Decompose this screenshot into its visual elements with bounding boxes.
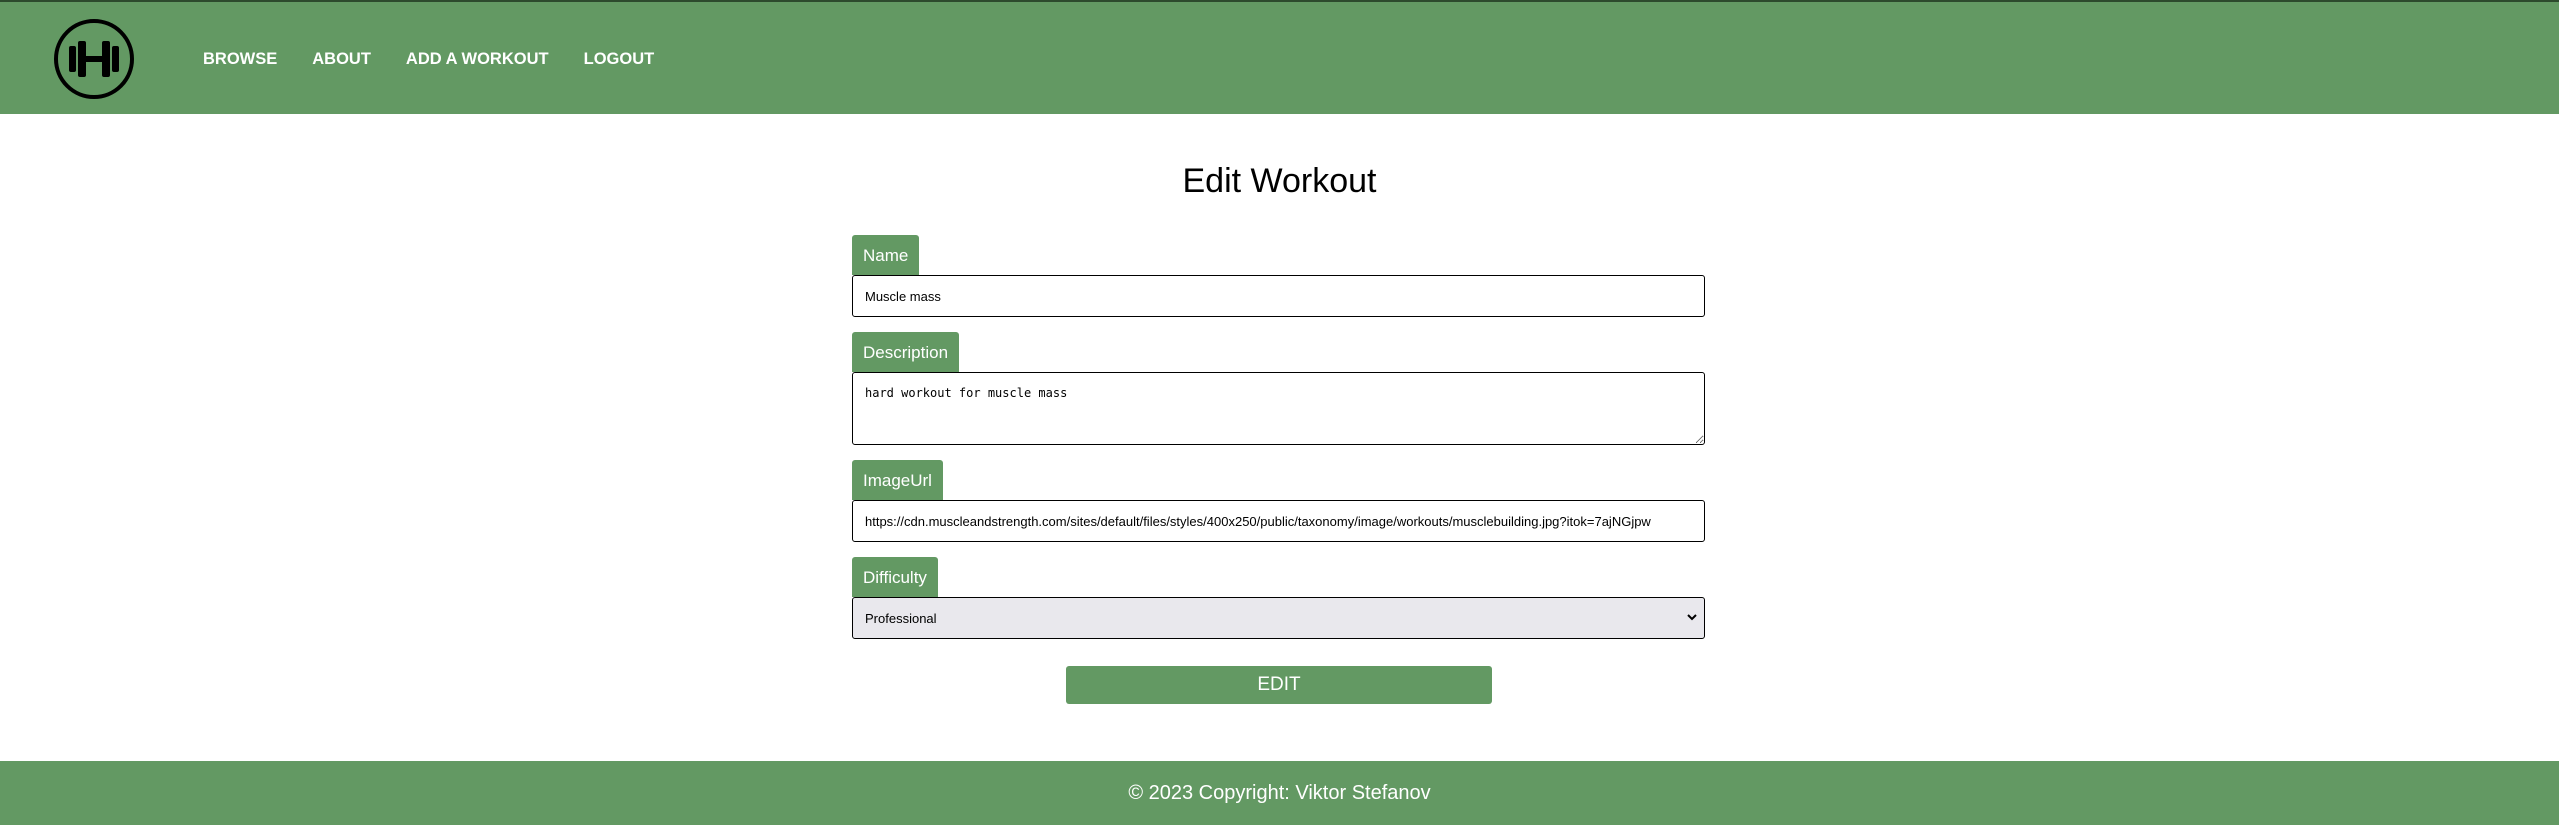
nav-browse-link[interactable]: BROWSE [203, 50, 277, 69]
difficulty-group: Difficulty Professional [852, 557, 1705, 639]
name-input[interactable] [852, 275, 1705, 317]
image-url-group: ImageUrl [852, 460, 1705, 542]
name-group: Name [852, 235, 1705, 317]
dumbbell-icon[interactable] [54, 19, 134, 99]
description-group: Description hard workout for muscle mass [852, 332, 1705, 445]
edit-workout-form: Name Description hard workout for muscle… [852, 235, 1705, 654]
difficulty-select-wrap: Professional [852, 597, 1705, 639]
nav-logout-link[interactable]: LOGOUT [584, 50, 655, 69]
page-title: Edit Workout [1182, 162, 1377, 200]
difficulty-select[interactable]: Professional [852, 597, 1705, 639]
difficulty-label: Difficulty [852, 557, 938, 597]
edit-submit-button[interactable]: EDIT [1066, 666, 1492, 704]
footer-copyright: © 2023 Copyright: Viktor Stefanov [0, 761, 2559, 825]
image-url-label: ImageUrl [852, 460, 943, 500]
top-navbar: BROWSE ABOUT ADD A WORKOUT LOGOUT [0, 0, 2559, 114]
image-url-input[interactable] [852, 500, 1705, 542]
name-label: Name [852, 235, 920, 275]
nav-add-workout-link[interactable]: ADD A WORKOUT [406, 50, 549, 69]
main-nav: BROWSE ABOUT ADD A WORKOUT LOGOUT [203, 2, 689, 116]
nav-about-link[interactable]: ABOUT [312, 50, 371, 69]
description-textarea[interactable]: hard workout for muscle mass [852, 372, 1705, 445]
description-label: Description [852, 332, 960, 372]
